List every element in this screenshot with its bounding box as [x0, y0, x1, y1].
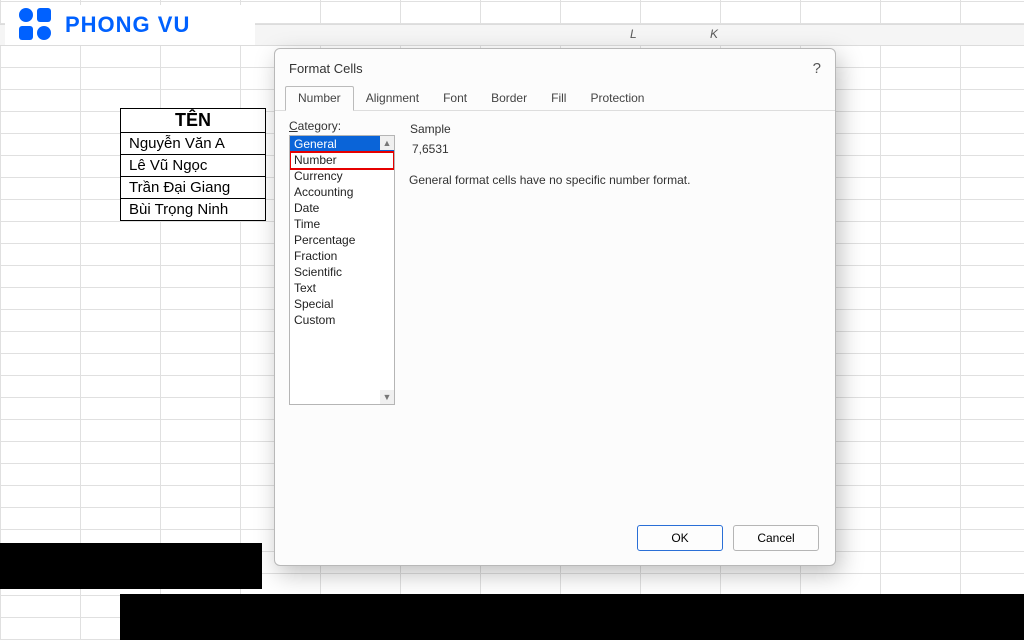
- logo-text: PHONG VU: [65, 12, 190, 38]
- category-item-number[interactable]: Number: [290, 152, 394, 168]
- table-row[interactable]: Bùi Trọng Ninh: [121, 199, 266, 221]
- table-row[interactable]: Nguyễn Văn A: [121, 133, 266, 155]
- table-header: TÊN: [121, 109, 266, 133]
- tab-number[interactable]: Number: [285, 86, 354, 111]
- names-table: TÊN Nguyễn Văn A Lê Vũ Ngọc Trần Đại Gia…: [120, 108, 266, 221]
- category-item-scientific[interactable]: Scientific: [290, 264, 394, 280]
- category-item-date[interactable]: Date: [290, 200, 394, 216]
- category-item-time[interactable]: Time: [290, 216, 394, 232]
- format-cells-dialog: Format Cells ? Number Alignment Font Bor…: [274, 48, 836, 566]
- category-listbox[interactable]: ▲ General Number Currency Accounting Dat…: [289, 135, 395, 405]
- ok-button[interactable]: OK: [637, 525, 723, 551]
- sample-group: Sample 7,6531: [409, 119, 821, 167]
- category-item-accounting[interactable]: Accounting: [290, 184, 394, 200]
- redaction-block: [0, 543, 262, 589]
- table-row[interactable]: Trần Đại Giang: [121, 177, 266, 199]
- redaction-block: [120, 594, 1024, 640]
- col-letter-l: L: [630, 27, 637, 41]
- category-item-fraction[interactable]: Fraction: [290, 248, 394, 264]
- tab-font[interactable]: Font: [431, 87, 479, 110]
- logo-icon: [19, 8, 57, 42]
- help-icon[interactable]: ?: [813, 60, 821, 77]
- scroll-up-icon[interactable]: ▲: [380, 136, 394, 150]
- tab-fill[interactable]: Fill: [539, 87, 578, 110]
- table-row[interactable]: Lê Vũ Ngọc: [121, 155, 266, 177]
- category-item-currency[interactable]: Currency: [290, 168, 394, 184]
- category-item-custom[interactable]: Custom: [290, 312, 394, 328]
- sample-label: Sample: [410, 122, 820, 136]
- dialog-title: Format Cells: [289, 61, 363, 76]
- brand-logo: PHONG VU: [5, 5, 255, 45]
- col-letter-k: K: [710, 27, 718, 41]
- dialog-title-bar[interactable]: Format Cells ?: [275, 49, 835, 87]
- category-item-percentage[interactable]: Percentage: [290, 232, 394, 248]
- category-label: Category:: [289, 119, 395, 133]
- sample-value: 7,6531: [410, 136, 820, 166]
- category-item-general[interactable]: General: [290, 136, 394, 152]
- category-item-special[interactable]: Special: [290, 296, 394, 312]
- tab-alignment[interactable]: Alignment: [354, 87, 431, 110]
- format-description: General format cells have no specific nu…: [409, 173, 821, 187]
- category-item-text[interactable]: Text: [290, 280, 394, 296]
- scroll-down-icon[interactable]: ▼: [380, 390, 394, 404]
- tab-protection[interactable]: Protection: [578, 87, 656, 110]
- tab-border[interactable]: Border: [479, 87, 539, 110]
- cancel-button[interactable]: Cancel: [733, 525, 819, 551]
- dialog-tabs: Number Alignment Font Border Fill Protec…: [275, 87, 835, 111]
